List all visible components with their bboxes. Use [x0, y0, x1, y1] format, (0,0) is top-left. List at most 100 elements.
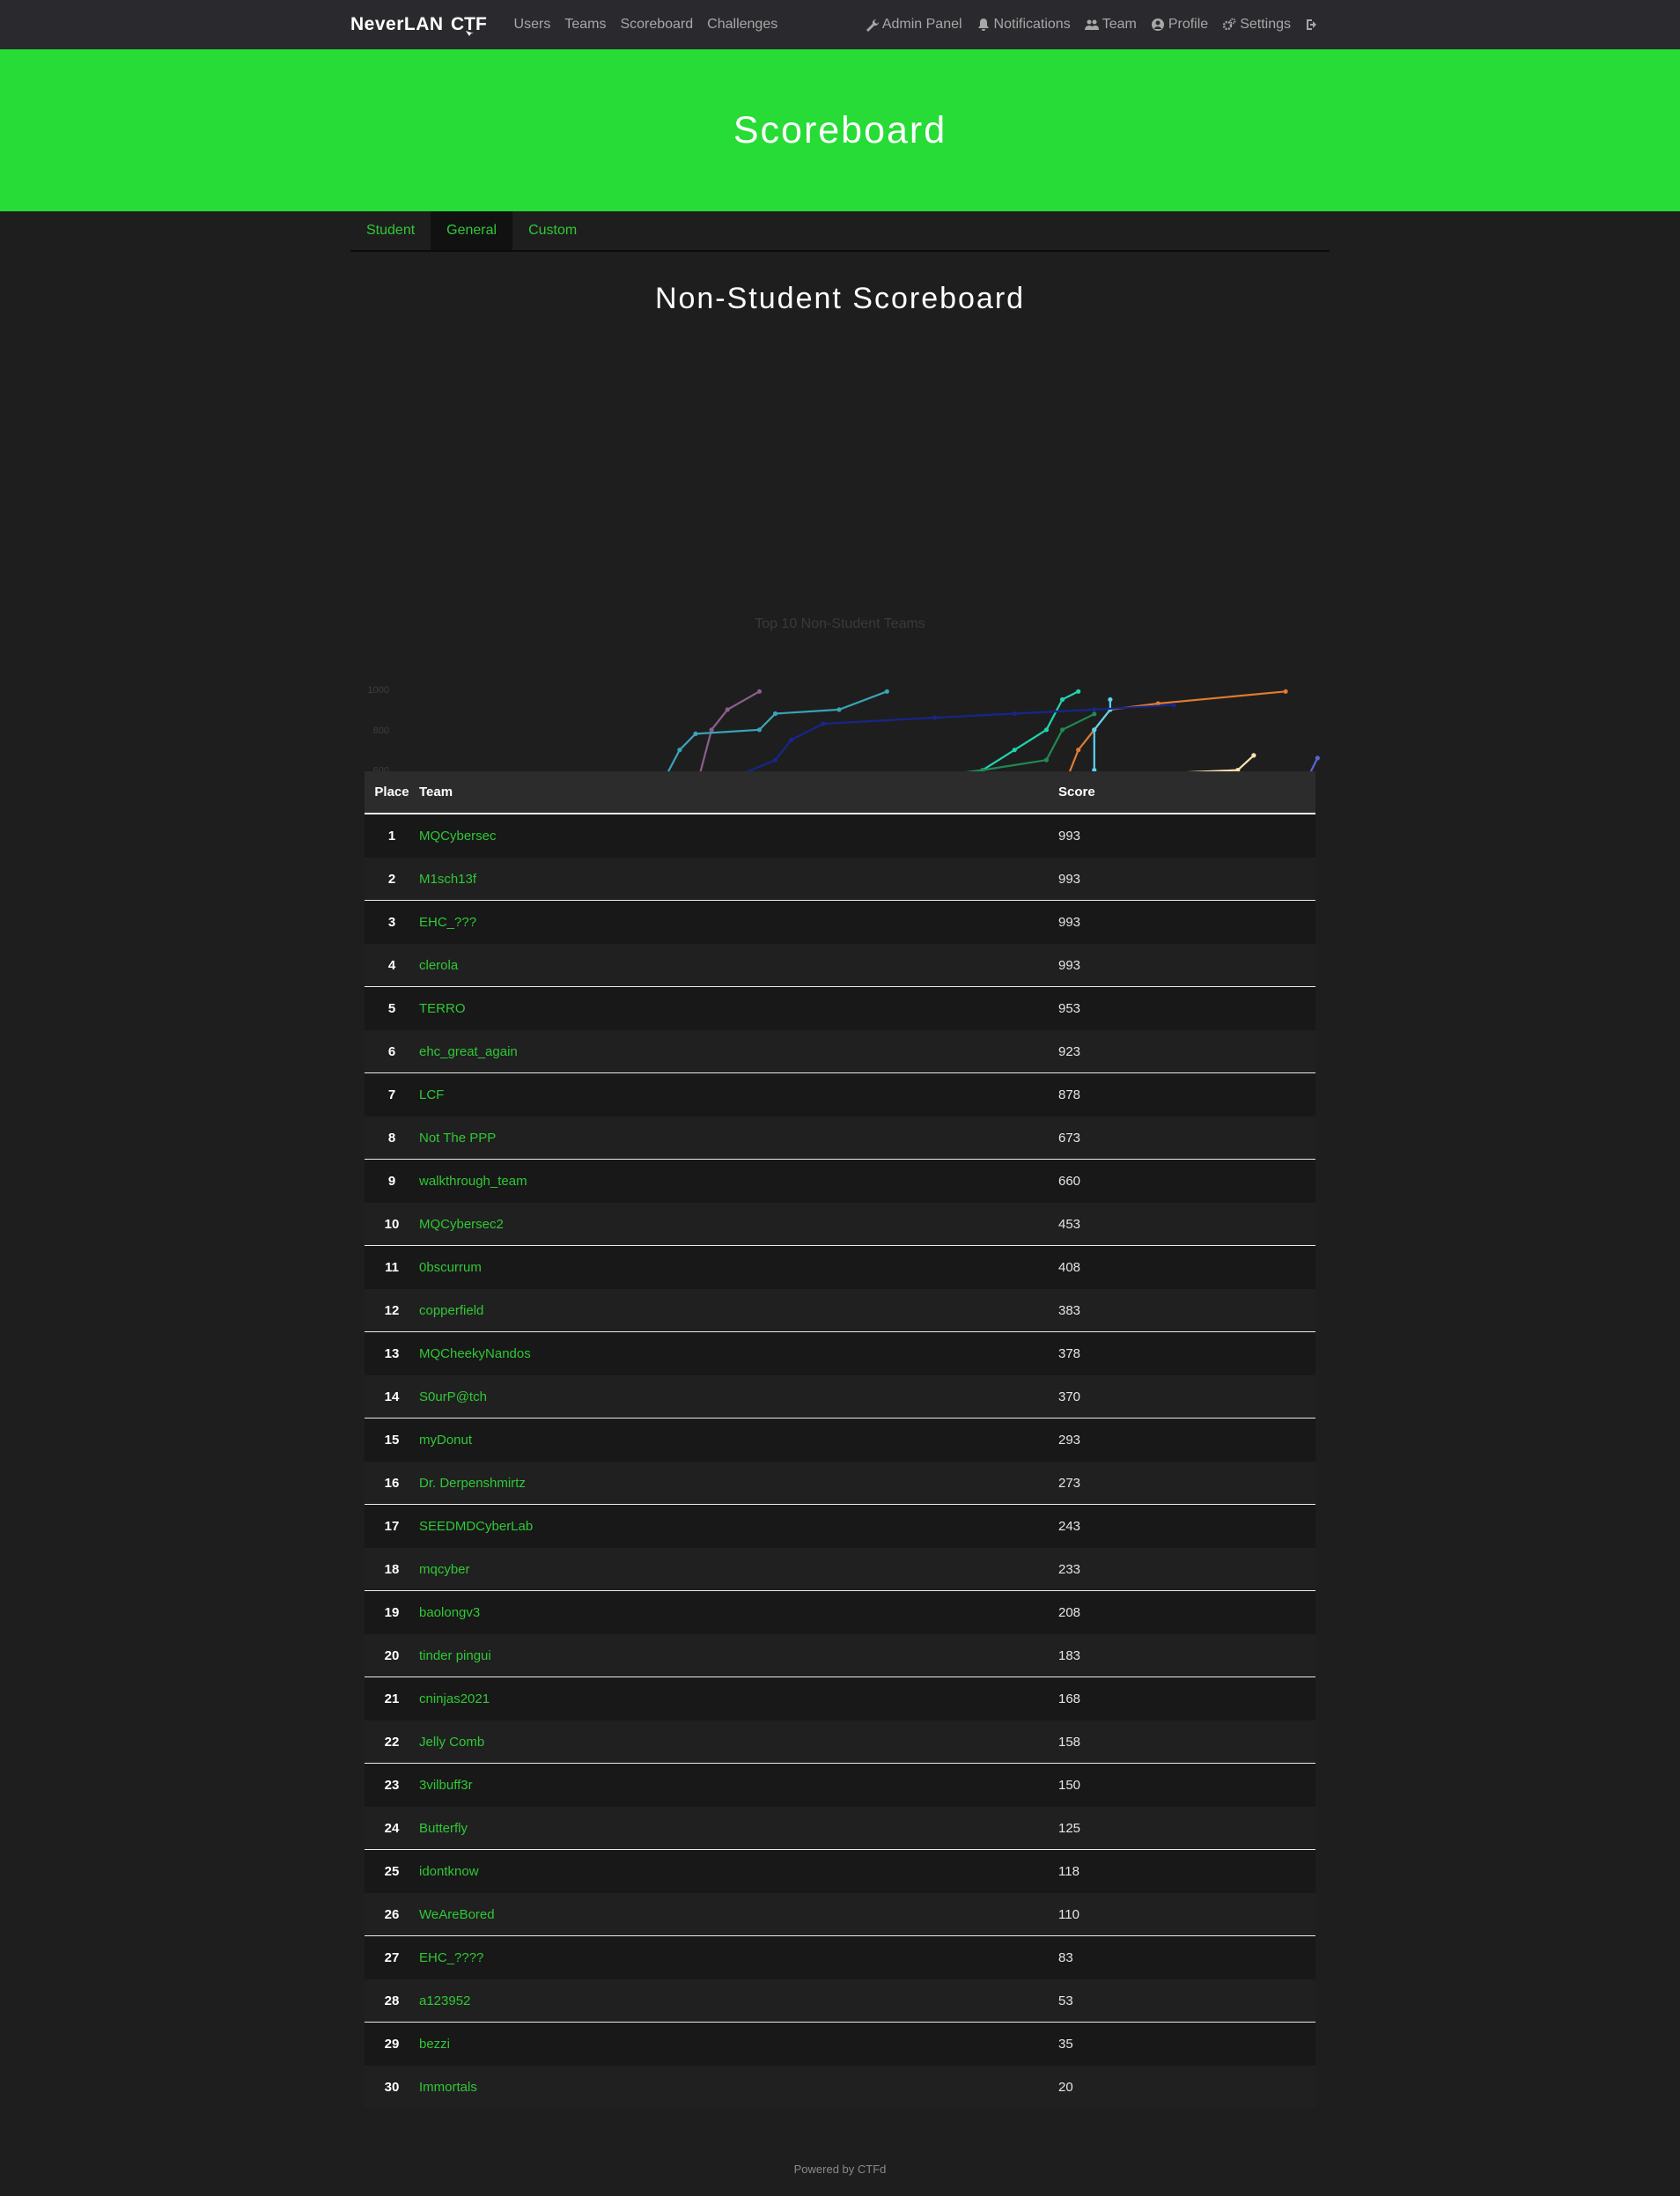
team-link[interactable]: Dr. Derpenshmirtz: [419, 1461, 1058, 1505]
score-cell: 408: [1058, 1245, 1315, 1289]
team-link[interactable]: 3vilbuff3r: [419, 1763, 1058, 1807]
team-link[interactable]: bezzi: [419, 2022, 1058, 2066]
score-cell: 993: [1058, 814, 1315, 858]
team-link[interactable]: Not The PPP: [419, 1116, 1058, 1160]
place-cell: 10: [365, 1202, 419, 1246]
tab-custom[interactable]: Custom: [512, 211, 593, 250]
team-link[interactable]: Immortals: [419, 2065, 1058, 2108]
tab-student[interactable]: Student: [350, 211, 431, 250]
team-link[interactable]: baolongv3: [419, 1590, 1058, 1634]
nav-link-profile[interactable]: Profile: [1151, 17, 1208, 33]
place-cell: 9: [365, 1159, 419, 1203]
team-link[interactable]: Butterfly: [419, 1806, 1058, 1850]
team-link[interactable]: tinder pingui: [419, 1633, 1058, 1677]
score-cell: 110: [1058, 1892, 1315, 1936]
header-place: Place: [365, 771, 419, 814]
team-link[interactable]: idontknow: [419, 1849, 1058, 1893]
place-cell: 30: [365, 2065, 419, 2108]
team-link[interactable]: TERRO: [419, 986, 1058, 1030]
table-row: 5 TERRO 953: [365, 986, 1315, 1030]
data-point: [1092, 711, 1097, 717]
data-point: [756, 727, 763, 733]
team-link[interactable]: MQCheekyNandos: [419, 1331, 1058, 1375]
nav-link-admin-panel[interactable]: Admin Panel: [865, 17, 962, 33]
data-point: [1076, 689, 1081, 694]
brand-link[interactable]: NeverLAN CTF: [350, 11, 491, 38]
team-link[interactable]: mqcyber: [419, 1547, 1058, 1591]
place-cell: 27: [365, 1935, 419, 1979]
team-link[interactable]: cninjas2021: [419, 1676, 1058, 1721]
team-link[interactable]: myDonut: [419, 1418, 1058, 1462]
place-cell: 8: [365, 1116, 419, 1160]
data-point: [932, 715, 938, 720]
score-cell: 168: [1058, 1676, 1315, 1721]
team-link[interactable]: walkthrough_team: [419, 1159, 1058, 1203]
score-cell: 993: [1058, 943, 1315, 987]
users-icon: [1084, 18, 1099, 32]
team-link[interactable]: Jelly Comb: [419, 1720, 1058, 1764]
data-point: [1251, 753, 1256, 758]
nav-link-scoreboard[interactable]: Scoreboard: [620, 17, 693, 33]
score-cell: 993: [1058, 857, 1315, 901]
score-cell: 673: [1058, 1116, 1315, 1160]
team-link[interactable]: clerola: [419, 943, 1058, 987]
team-link[interactable]: 0bscurrum: [419, 1245, 1058, 1289]
team-link[interactable]: WeAreBored: [419, 1892, 1058, 1936]
table-row: 6 ehc_great_again 923: [365, 1029, 1315, 1073]
score-cell: 953: [1058, 986, 1315, 1030]
data-point: [709, 727, 714, 733]
logo-letters: CTF: [451, 14, 487, 34]
nav-link-settings[interactable]: Settings: [1222, 17, 1291, 33]
table-row: 29 bezzi 35: [365, 2022, 1315, 2066]
team-link[interactable]: LCF: [419, 1072, 1058, 1116]
team-link[interactable]: S0urP@tch: [419, 1374, 1058, 1419]
team-link[interactable]: ehc_great_again: [419, 1029, 1058, 1073]
scoreboard-table: Place Team Score 1 MQCybersec 993 2 M1sch13f…: [365, 771, 1315, 2108]
team-link[interactable]: EHC_???: [419, 900, 1058, 944]
table-row: 16 Dr. Derpenshmirtz 273: [365, 1461, 1315, 1505]
nav-link-challenges[interactable]: Challenges: [707, 17, 777, 33]
table-row: 14 S0urP@tch 370: [365, 1374, 1315, 1419]
table-row: 23 3vilbuff3r 150: [365, 1763, 1315, 1807]
place-cell: 11: [365, 1245, 419, 1289]
data-point: [1092, 727, 1097, 733]
team-link[interactable]: MQCybersec: [419, 814, 1058, 858]
data-point: [1076, 748, 1081, 753]
table-row: 28 a123952 53: [365, 1979, 1315, 2023]
team-link[interactable]: copperfield: [419, 1288, 1058, 1332]
place-cell: 19: [365, 1590, 419, 1634]
nav-link-label: Admin Panel: [881, 17, 962, 32]
place-cell: 6: [365, 1029, 419, 1073]
gears-icon: [1222, 18, 1236, 32]
team-link[interactable]: SEEDMDCyberLab: [419, 1504, 1058, 1548]
score-cell: 273: [1058, 1461, 1315, 1505]
score-cell: 208: [1058, 1590, 1315, 1634]
tab-general[interactable]: General: [431, 211, 513, 250]
table-row: 24 Butterfly 125: [365, 1806, 1315, 1850]
header-team: Team: [419, 771, 1058, 814]
team-link[interactable]: EHC_????: [419, 1935, 1058, 1979]
score-cell: 878: [1058, 1072, 1315, 1116]
nav-link-team[interactable]: Team: [1084, 17, 1137, 33]
place-cell: 25: [365, 1849, 419, 1893]
team-link[interactable]: MQCybersec2: [419, 1202, 1058, 1246]
score-cell: 993: [1058, 900, 1315, 944]
nav-link-logout[interactable]: [1305, 18, 1323, 32]
team-link[interactable]: a123952: [419, 1979, 1058, 2023]
data-point: [725, 707, 730, 712]
score-cell: 370: [1058, 1374, 1315, 1419]
nav-link-users[interactable]: Users: [514, 17, 551, 33]
scoreboard-tabs: Student General Custom: [350, 211, 1330, 252]
nav-link-teams[interactable]: Teams: [564, 17, 606, 33]
sign-out-icon: [1305, 18, 1319, 32]
table-row: 27 EHC_???? 83: [365, 1935, 1315, 1979]
data-point: [772, 711, 778, 717]
page-header: Scoreboard: [0, 49, 1680, 211]
score-cell: 150: [1058, 1763, 1315, 1807]
nav-link-notifications[interactable]: Notifications: [976, 17, 1071, 33]
nav-link-label: Notifications: [993, 17, 1071, 32]
table-row: 12 copperfield 383: [365, 1288, 1315, 1332]
place-cell: 29: [365, 2022, 419, 2066]
data-point: [1171, 703, 1176, 708]
team-link[interactable]: M1sch13f: [419, 857, 1058, 901]
